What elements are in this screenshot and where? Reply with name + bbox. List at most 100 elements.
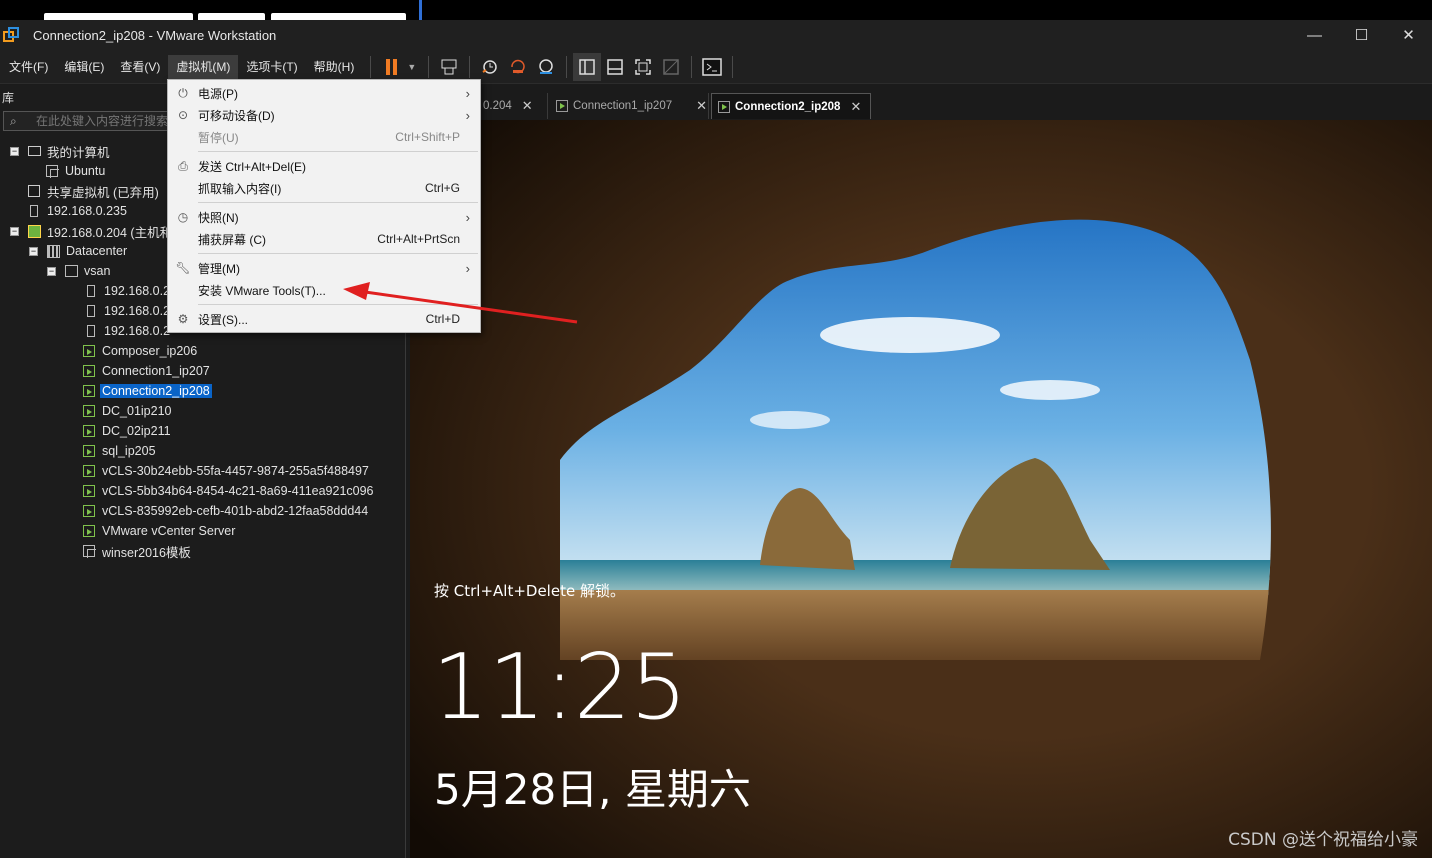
- tree-item-label: 192.168.0.2: [104, 324, 171, 338]
- menu-separator: [198, 304, 478, 305]
- pause-button[interactable]: [377, 53, 405, 81]
- tree-item-label: Connection1_ip207: [102, 364, 210, 378]
- computer-icon: [27, 144, 41, 158]
- tree-item-label: VMware vCenter Server: [102, 524, 236, 538]
- tree-item-vcenter-204[interactable]: − 192.168.0.204 (主机和: [10, 221, 172, 241]
- snapshot-manager-button[interactable]: [532, 53, 560, 81]
- full-screen-icon: [635, 58, 651, 75]
- toolbar-separator: [469, 55, 471, 78]
- maximize-button[interactable]: ☐: [1338, 20, 1385, 50]
- vm-running-icon: [82, 444, 96, 458]
- menu-item-label: 设置(S)...: [198, 312, 248, 327]
- tree-item-host[interactable]: 192.168.0.2: [84, 301, 170, 321]
- tree-item-label: 192.168.0.2: [104, 284, 171, 298]
- vm-running-icon: [82, 504, 96, 518]
- show-library-button[interactable]: [573, 52, 602, 81]
- tree-item-label: sql_ip205: [102, 444, 156, 458]
- menu-view[interactable]: 查看(V): [112, 55, 168, 79]
- menu-item-label: 发送 Ctrl+Alt+Del(E): [198, 159, 307, 174]
- tree-item-vm[interactable]: vCLS-30b24ebb-55fa-4457-9874-255a5f48849…: [82, 461, 369, 481]
- menu-help[interactable]: 帮助(H): [306, 55, 363, 79]
- menu-item-label: 快照(N): [198, 210, 239, 225]
- menu-item-pause: 暂停(U) Ctrl+Shift+P: [168, 126, 480, 148]
- tree-item-datacenter[interactable]: − Datacenter: [29, 241, 127, 261]
- menu-edit[interactable]: 编辑(E): [56, 55, 112, 79]
- menu-item-shortcut: Ctrl+Shift+P: [395, 130, 460, 144]
- tree-item-my-computer[interactable]: − 我的计算机: [10, 141, 110, 161]
- tree-item-label: Ubuntu: [65, 164, 106, 178]
- send-ctrl-alt-del-button[interactable]: [435, 53, 463, 81]
- tab-connection2[interactable]: Connection2_ip208 ✕: [711, 93, 871, 119]
- console-view-button[interactable]: [698, 53, 726, 81]
- datacenter-icon: [46, 244, 60, 258]
- snapshot-button[interactable]: [476, 53, 504, 81]
- tree-item-vm[interactable]: sql_ip205: [82, 441, 156, 461]
- menu-file[interactable]: 文件(F): [1, 55, 56, 79]
- tree-item-vm-selected[interactable]: Connection2_ip208: [82, 381, 212, 401]
- tree-item-vm[interactable]: winser2016模板: [82, 541, 191, 561]
- collapse-toggle-icon[interactable]: −: [29, 246, 38, 256]
- vm-running-icon: [82, 404, 96, 418]
- tree-item-ubuntu[interactable]: Ubuntu: [45, 161, 105, 181]
- menu-item-install-vmware-tools[interactable]: 安装 VMware Tools(T)...: [168, 279, 480, 301]
- tree-item-vm[interactable]: DC_01ip210: [82, 401, 172, 421]
- tree-item-vm[interactable]: VMware vCenter Server: [82, 521, 235, 541]
- menu-item-send-ctrl-alt-del[interactable]: ⎙ 发送 Ctrl+Alt+Del(E): [168, 155, 480, 177]
- menu-item-label: 安装 VMware Tools(T)...: [198, 283, 326, 298]
- menu-tabs[interactable]: 选项卡(T): [238, 55, 305, 79]
- tab-connection1[interactable]: Connection1_ip207 ✕: [550, 93, 709, 119]
- toolbar-separator: [428, 55, 430, 78]
- thumbnail-bar-button[interactable]: [601, 53, 629, 81]
- menu-item-shortcut: Ctrl+G: [424, 181, 460, 195]
- minimize-button[interactable]: —: [1291, 20, 1338, 50]
- tab-close-icon[interactable]: ✕: [696, 98, 707, 114]
- background-tab: [44, 13, 193, 20]
- tree-item-label: vCLS-835992eb-cefb-401b-abd2-12faa58ddd4…: [102, 504, 369, 518]
- tab-label: 0.204: [483, 100, 512, 112]
- tree-item-shared-vms[interactable]: 共享虚拟机 (已弃用): [27, 181, 159, 201]
- close-button[interactable]: ✕: [1385, 20, 1432, 50]
- vm-console-screen[interactable]: 按 Ctrl+Alt+Delete 解锁。 11:25 5月28日, 星期六 C…: [410, 120, 1432, 858]
- snapshot-icon: [482, 59, 497, 74]
- wrench-icon: 🔧︎: [175, 261, 191, 275]
- menu-item-power[interactable]: ⏻ 电源(P) ›: [168, 82, 480, 104]
- background-window-strip: [0, 0, 1432, 20]
- menu-item-settings[interactable]: ⚙ 设置(S)... Ctrl+D: [168, 308, 480, 330]
- chevron-down-icon[interactable]: ▼: [407, 62, 416, 72]
- chevron-right-icon: ›: [465, 85, 470, 101]
- full-screen-button[interactable]: [629, 53, 657, 81]
- menu-item-snapshot[interactable]: ◷ 快照(N) ›: [168, 206, 480, 228]
- menu-item-capture-screen[interactable]: 捕获屏幕 (C) Ctrl+Alt+PrtScn: [168, 228, 480, 250]
- tree-item-vm[interactable]: vCLS-835992eb-cefb-401b-abd2-12faa58ddd4…: [82, 501, 368, 521]
- collapse-toggle-icon[interactable]: −: [47, 266, 56, 276]
- tree-item-label: winser2016模板: [102, 545, 191, 560]
- background-divider: [419, 0, 422, 20]
- unity-button[interactable]: [657, 53, 685, 81]
- vmware-logo-icon: [3, 27, 19, 43]
- menu-item-manage[interactable]: 🔧︎ 管理(M) ›: [168, 257, 480, 279]
- tree-item-vm[interactable]: Composer_ip206: [82, 341, 197, 361]
- collapse-toggle-icon[interactable]: −: [10, 146, 19, 156]
- tab-close-icon[interactable]: ✕: [522, 98, 533, 114]
- revert-snapshot-button[interactable]: [504, 53, 532, 81]
- tree-item-vm[interactable]: vCLS-5bb34b64-8454-4c21-8a69-411ea921c09…: [82, 481, 374, 501]
- tab-host-204[interactable]: 0.204 ✕: [481, 93, 548, 119]
- tree-item-host-235[interactable]: 192.168.0.235: [27, 201, 127, 221]
- tree-item-label: Composer_ip206: [102, 344, 198, 358]
- menu-item-label: 可移动设备(D): [198, 108, 275, 123]
- collapse-toggle-icon[interactable]: −: [10, 226, 19, 236]
- menu-item-removable-devices[interactable]: ⊙ 可移动设备(D) ›: [168, 104, 480, 126]
- tree-item-label: Datacenter: [66, 244, 128, 258]
- tree-item-vm[interactable]: DC_02ip211: [82, 421, 171, 441]
- tree-item-vsan[interactable]: − vsan: [47, 261, 110, 281]
- tree-item-host[interactable]: 192.168.0.2: [84, 321, 170, 341]
- menu-item-label: 管理(M): [198, 261, 240, 276]
- tree-item-vm[interactable]: Connection1_ip207: [82, 361, 210, 381]
- vm-icon: [82, 544, 96, 558]
- tree-item-host[interactable]: 192.168.0.2: [84, 281, 170, 301]
- settings-icon: ⚙: [177, 312, 189, 326]
- tab-close-icon[interactable]: ✕: [850, 99, 861, 115]
- menu-item-grab-input[interactable]: 抓取输入内容(I) Ctrl+G: [168, 177, 480, 199]
- menu-separator: [198, 151, 478, 152]
- menu-vm[interactable]: 虚拟机(M): [168, 54, 239, 79]
